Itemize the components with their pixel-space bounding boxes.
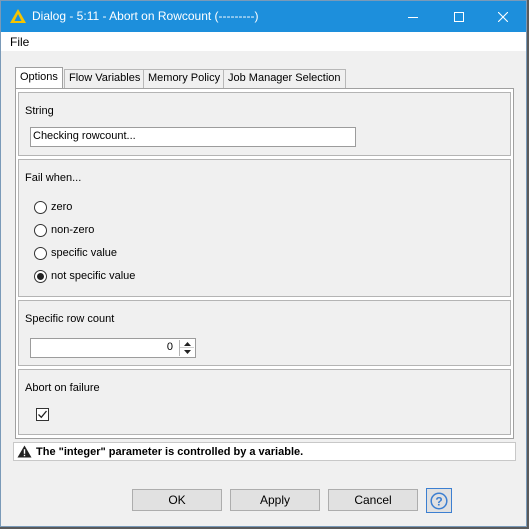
menu-bar: File bbox=[1, 32, 526, 51]
title-bar[interactable]: Dialog - 5:11 - Abort on Rowcount (-----… bbox=[1, 1, 526, 32]
chevron-down-icon bbox=[183, 350, 191, 354]
checkmark-icon bbox=[38, 410, 48, 419]
string-panel: String Checking rowcount... bbox=[18, 92, 511, 156]
dialog-window: Dialog - 5:11 - Abort on Rowcount (-----… bbox=[0, 0, 527, 527]
string-input[interactable]: Checking rowcount... bbox=[30, 127, 356, 147]
help-icon: ? bbox=[430, 491, 448, 510]
abort-checkbox[interactable] bbox=[36, 408, 49, 421]
tab-job-manager-selection[interactable]: Job Manager Selection bbox=[223, 69, 346, 88]
close-button[interactable] bbox=[480, 1, 526, 32]
tab-options[interactable]: Options bbox=[15, 67, 63, 88]
cancel-button[interactable]: Cancel bbox=[328, 489, 418, 511]
row-count-value: 0 bbox=[166, 341, 173, 353]
status-bar: The "integer" parameter is controlled by… bbox=[13, 442, 516, 461]
radio-label: not specific value bbox=[51, 270, 136, 282]
spinner-buttons bbox=[179, 340, 194, 356]
window-title: Dialog - 5:11 - Abort on Rowcount (-----… bbox=[32, 9, 259, 23]
spinner-up-button[interactable] bbox=[180, 340, 194, 348]
abort-panel: Abort on failure bbox=[18, 369, 511, 435]
radio-button[interactable] bbox=[34, 246, 47, 260]
tab-flow-variables[interactable]: Flow Variables bbox=[64, 69, 146, 88]
tab-memory-policy[interactable]: Memory Policy bbox=[143, 69, 226, 88]
radio-not-specific-value[interactable]: not specific value bbox=[34, 268, 135, 284]
abort-label: Abort on failure bbox=[25, 382, 100, 394]
minimize-button[interactable] bbox=[390, 1, 436, 32]
radio-non-zero[interactable]: non-zero bbox=[34, 222, 94, 238]
row-count-panel: Specific row count 0 bbox=[18, 300, 511, 366]
menu-file[interactable]: File bbox=[10, 35, 29, 49]
radio-button-selected[interactable] bbox=[34, 269, 47, 283]
svg-text:?: ? bbox=[435, 494, 442, 508]
radio-label: specific value bbox=[51, 247, 118, 259]
radio-zero[interactable]: zero bbox=[34, 199, 72, 215]
radio-specific-value[interactable]: specific value bbox=[34, 245, 117, 261]
close-icon bbox=[498, 11, 508, 22]
minimize-icon bbox=[408, 16, 418, 18]
ok-button[interactable]: OK bbox=[132, 489, 222, 511]
radio-label: non-zero bbox=[51, 224, 95, 236]
apply-button[interactable]: Apply bbox=[230, 489, 320, 511]
row-count-label: Specific row count bbox=[25, 313, 115, 325]
spinner-down-button[interactable] bbox=[180, 348, 194, 356]
fail-when-panel: Fail when... zero non-zero specific valu… bbox=[18, 159, 511, 297]
string-label: String bbox=[25, 105, 54, 117]
row-count-spinner[interactable]: 0 bbox=[30, 338, 196, 358]
help-button[interactable]: ? bbox=[426, 488, 452, 513]
radio-button[interactable] bbox=[34, 200, 47, 214]
maximize-button[interactable] bbox=[436, 1, 482, 32]
options-panel: String Checking rowcount... Fail when...… bbox=[15, 88, 514, 439]
knime-triangle-icon bbox=[10, 9, 26, 23]
chevron-up-icon bbox=[183, 341, 191, 346]
status-message: The "integer" parameter is controlled by… bbox=[36, 446, 304, 458]
maximize-icon bbox=[454, 11, 464, 22]
warning-icon bbox=[17, 445, 32, 458]
radio-button[interactable] bbox=[34, 223, 47, 237]
radio-label: zero bbox=[51, 201, 73, 213]
fail-when-label: Fail when... bbox=[25, 172, 82, 184]
